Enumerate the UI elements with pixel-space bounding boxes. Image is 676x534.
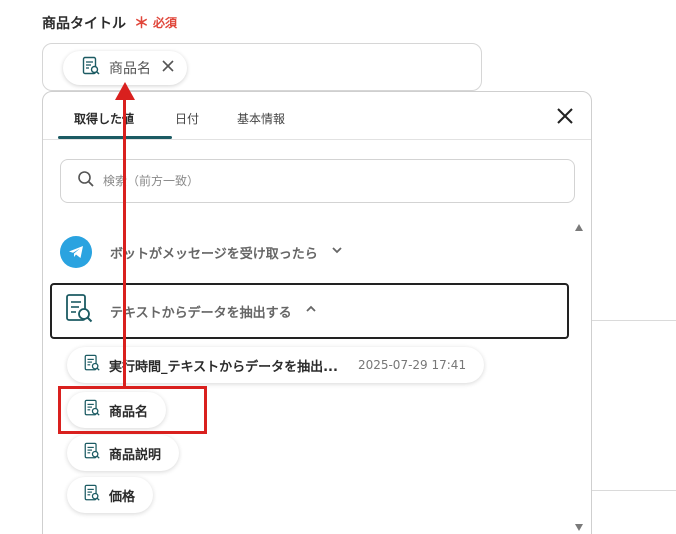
divider	[592, 320, 676, 321]
chevron-down-icon	[330, 243, 344, 261]
search-input[interactable]	[103, 174, 543, 188]
search-box	[60, 159, 575, 203]
document-search-icon	[83, 442, 101, 464]
group-bot-trigger-label: ボットがメッセージを受け取ったら	[110, 246, 318, 262]
telegram-icon	[60, 236, 92, 268]
annotation-arrow-head	[115, 82, 135, 100]
value-chip-timestamp: 2025-07-29 17:41	[357, 358, 467, 372]
annotation-highlight-box	[58, 386, 207, 434]
active-tab-indicator	[58, 136, 172, 139]
value-chip-execution-time[interactable]: 実行時間_テキストからデータを抽出... 2025-07-29 17:41	[67, 347, 485, 383]
value-chip-label: 価格	[109, 489, 136, 505]
value-chip-label: 実行時間_テキストからデータを抽出...	[109, 359, 338, 375]
close-button[interactable]	[553, 106, 577, 130]
scroll-down-arrow-icon[interactable]	[575, 524, 583, 531]
scroll-up-arrow-icon[interactable]	[575, 224, 583, 231]
tab-date[interactable]: 日付	[175, 110, 199, 127]
title-field[interactable]: 商品名	[42, 43, 482, 91]
group-bot-trigger[interactable]: ボットがメッセージを受け取ったら	[60, 236, 344, 268]
document-search-icon	[64, 293, 94, 329]
chevron-up-icon	[304, 302, 318, 320]
close-icon	[556, 107, 574, 129]
document-search-icon	[83, 354, 101, 376]
search-icon	[77, 170, 95, 192]
value-chip-price[interactable]: 価格	[67, 477, 154, 513]
remove-chip-icon[interactable]	[159, 57, 177, 79]
annotation-arrow-shaft	[123, 96, 126, 387]
group-text-extraction[interactable]: テキストからデータを抽出する	[50, 283, 569, 339]
value-chip-product-description[interactable]: 商品説明	[67, 435, 180, 471]
document-search-icon	[83, 484, 101, 506]
field-label: 商品タイトル ＊ 必須	[42, 12, 177, 33]
selected-value-chip[interactable]: 商品名	[63, 51, 187, 85]
required-text: 必須	[153, 16, 178, 30]
required-star: ＊	[134, 14, 150, 32]
divider	[592, 490, 676, 491]
selected-chip-label: 商品名	[109, 61, 151, 77]
group-text-extraction-label: テキストからデータを抽出する	[110, 305, 292, 321]
tab-basic-info[interactable]: 基本情報	[237, 110, 285, 127]
document-search-icon	[81, 56, 101, 80]
value-chip-label: 商品説明	[109, 447, 162, 463]
field-label-text: 商品タイトル	[42, 15, 126, 32]
